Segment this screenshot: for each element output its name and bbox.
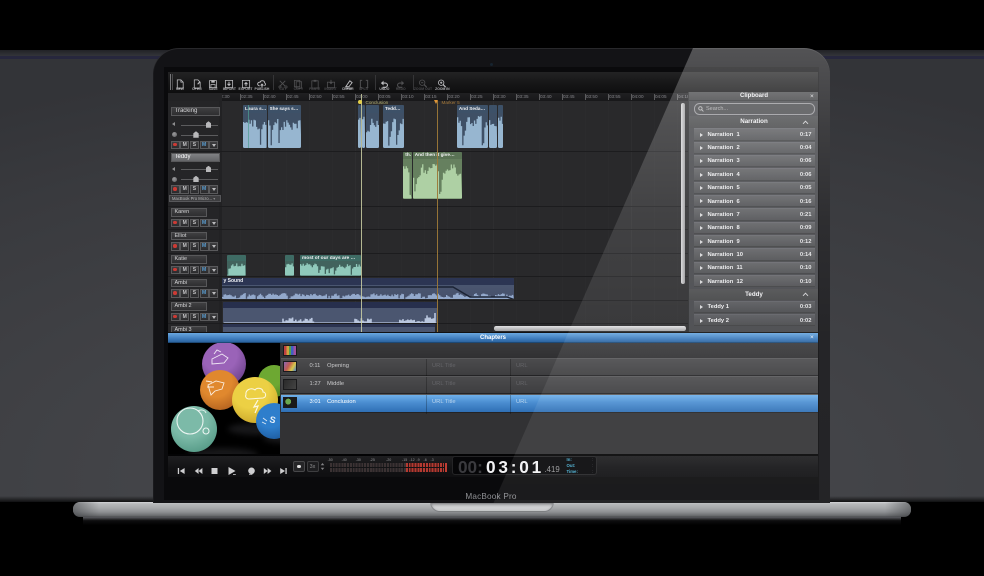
svg-text:S: S xyxy=(269,414,277,425)
